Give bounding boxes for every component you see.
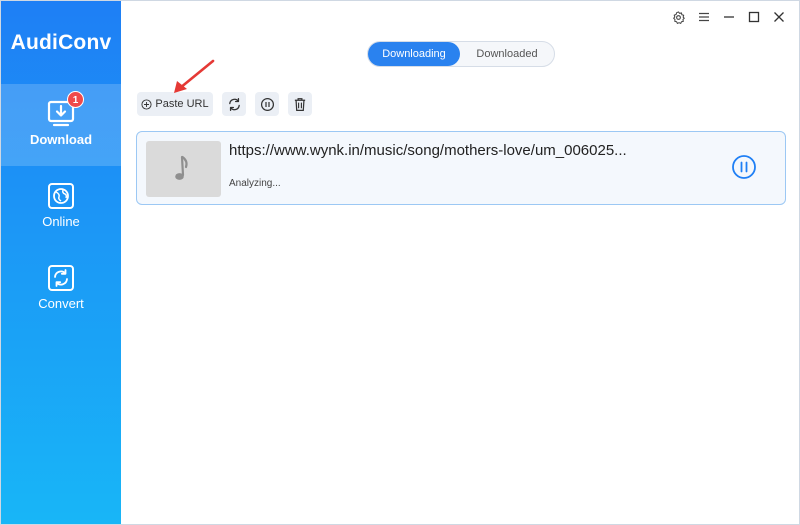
refresh-button[interactable] bbox=[222, 92, 246, 116]
delete-button[interactable] bbox=[288, 92, 312, 116]
app-window: AudiConv 1 Download Online Convert Downl… bbox=[0, 0, 800, 525]
tab-downloaded[interactable]: Downloaded bbox=[460, 42, 554, 66]
pause-icon[interactable] bbox=[731, 154, 757, 180]
paste-url-label: Paste URL bbox=[155, 98, 209, 110]
menu-icon bbox=[698, 12, 709, 22]
sidebar-item-label: Online bbox=[42, 214, 80, 229]
download-url: https://www.wynk.in/music/song/mothers-l… bbox=[229, 142, 627, 159]
annotation-arrow-icon bbox=[174, 59, 215, 93]
settings-icon bbox=[673, 10, 685, 24]
sidebar-item-label: Download bbox=[29, 132, 93, 147]
pause-all-button[interactable] bbox=[255, 92, 279, 116]
minimize-icon bbox=[723, 16, 734, 18]
refresh-icon bbox=[228, 97, 240, 111]
track-thumbnail bbox=[146, 141, 221, 197]
download-count-badge: 1 bbox=[67, 91, 84, 108]
pause-all-icon bbox=[260, 97, 274, 111]
sidebar-item-convert[interactable]: Convert bbox=[1, 248, 121, 330]
minimize-button[interactable] bbox=[716, 7, 741, 27]
paste-url-button[interactable]: Paste URL bbox=[137, 92, 213, 116]
sidebar-item-online[interactable]: Online bbox=[1, 166, 121, 248]
globe-icon bbox=[48, 183, 74, 209]
sidebar-item-download[interactable]: 1 Download bbox=[1, 84, 121, 166]
download-status: Analyzing... bbox=[229, 178, 281, 189]
music-note-icon bbox=[174, 155, 188, 180]
close-icon bbox=[773, 12, 784, 22]
sidebar-item-label: Convert bbox=[38, 296, 84, 311]
menu-button[interactable] bbox=[691, 7, 716, 27]
settings-button[interactable] bbox=[666, 7, 691, 27]
app-title: AudiConv bbox=[10, 31, 112, 54]
download-item[interactable]: https://www.wynk.in/music/song/mothers-l… bbox=[136, 131, 786, 205]
maximize-icon bbox=[748, 11, 759, 23]
maximize-button[interactable] bbox=[741, 7, 766, 27]
convert-icon bbox=[48, 265, 74, 291]
delete-icon bbox=[294, 97, 306, 111]
sidebar: AudiConv 1 Download Online Convert bbox=[1, 1, 121, 524]
tab-downloading[interactable]: Downloading bbox=[368, 42, 460, 66]
plus-circle-icon bbox=[141, 98, 152, 110]
window-controls bbox=[666, 7, 791, 27]
close-button[interactable] bbox=[766, 7, 791, 27]
download-tabs: Downloading Downloaded bbox=[367, 41, 555, 67]
